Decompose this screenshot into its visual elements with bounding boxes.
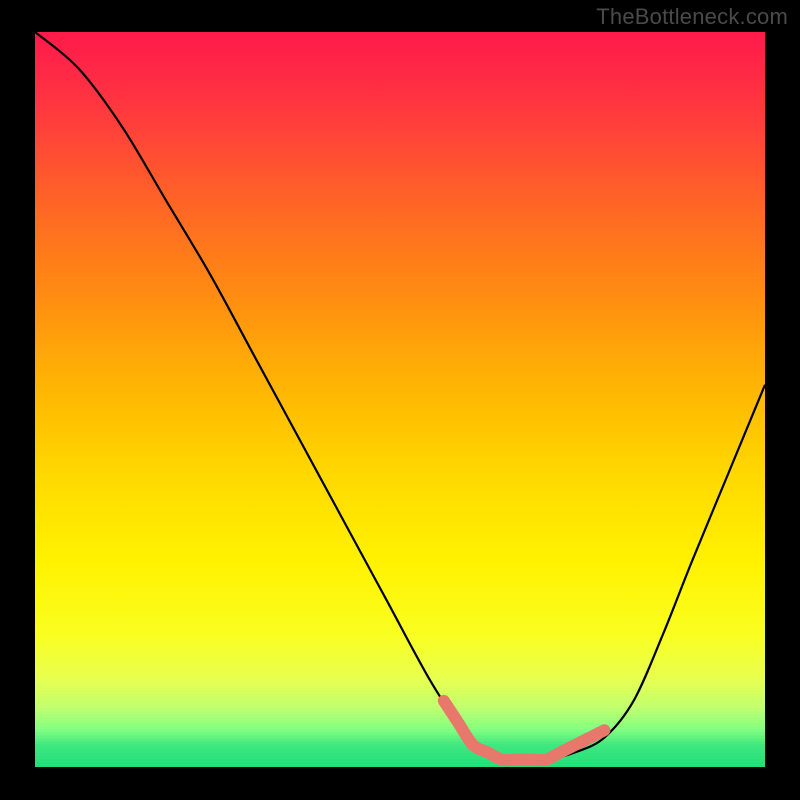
plot-area <box>35 32 765 767</box>
curve-svg <box>35 32 765 767</box>
main-curve <box>35 32 765 761</box>
watermark-text: TheBottleneck.com <box>596 4 788 30</box>
